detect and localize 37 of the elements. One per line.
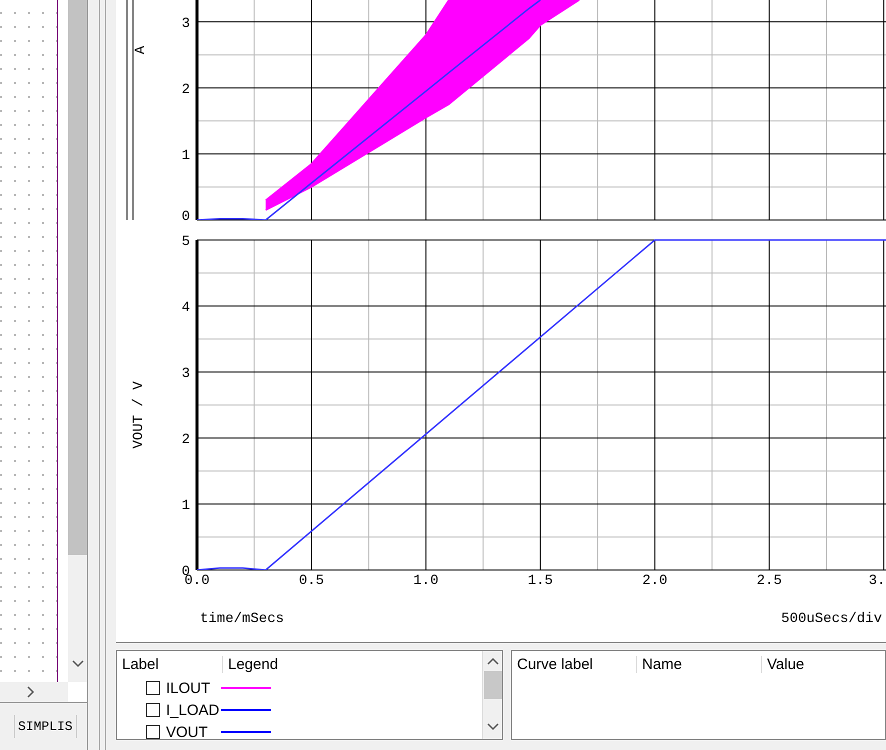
chevron-up-icon[interactable] xyxy=(486,657,498,665)
x-tick-label: 0.5 xyxy=(298,572,324,589)
x-axis-label: time/mSecs xyxy=(200,610,284,627)
y-tick-label: 1 xyxy=(182,498,190,514)
checkbox[interactable] xyxy=(146,703,160,717)
column-header[interactable]: Label xyxy=(117,656,223,672)
y-tick-label: 5 xyxy=(182,234,190,250)
column-header[interactable]: Curve label xyxy=(512,656,637,672)
x-tick-label: 1.0 xyxy=(413,572,439,589)
y-tick-label: 3 xyxy=(182,366,190,382)
y-tick-label: 0 xyxy=(182,209,190,225)
y-tick-label: 3 xyxy=(182,16,190,32)
y-tick-label: 2 xyxy=(182,82,190,98)
y-tick-label: 1 xyxy=(182,148,190,164)
curve-label: ILOUT xyxy=(166,680,212,696)
chevron-down-icon[interactable] xyxy=(72,660,84,668)
chevron-right-icon[interactable] xyxy=(27,686,35,698)
scrollbar-thumb[interactable] xyxy=(68,0,87,555)
y-tick-label: 4 xyxy=(182,300,190,316)
y-tick-label: 2 xyxy=(182,432,190,448)
schematic-tab[interactable]: SIMPLIS xyxy=(14,715,77,738)
column-header[interactable]: Legend xyxy=(223,656,278,672)
curve-label: VOUT xyxy=(166,724,209,740)
x-tick-label: 3. xyxy=(868,572,886,589)
checkbox[interactable] xyxy=(146,681,160,695)
x-tick-label: 2.5 xyxy=(756,572,782,589)
x-tick-label: 2.0 xyxy=(642,572,668,589)
chevron-down-icon[interactable] xyxy=(486,723,498,731)
curve-label: I_LOAD xyxy=(166,702,220,718)
scrollbar-thumb[interactable] xyxy=(484,671,502,699)
column-header[interactable]: Value xyxy=(762,656,804,672)
checkbox[interactable] xyxy=(146,725,160,739)
column-header[interactable]: Name xyxy=(637,656,762,672)
y-axis-label: VOUT / V xyxy=(131,381,147,448)
scale-note: 500uSecs/div xyxy=(781,610,882,627)
x-tick-label: 1.5 xyxy=(528,572,553,589)
y-axis-label: A xyxy=(133,46,149,54)
